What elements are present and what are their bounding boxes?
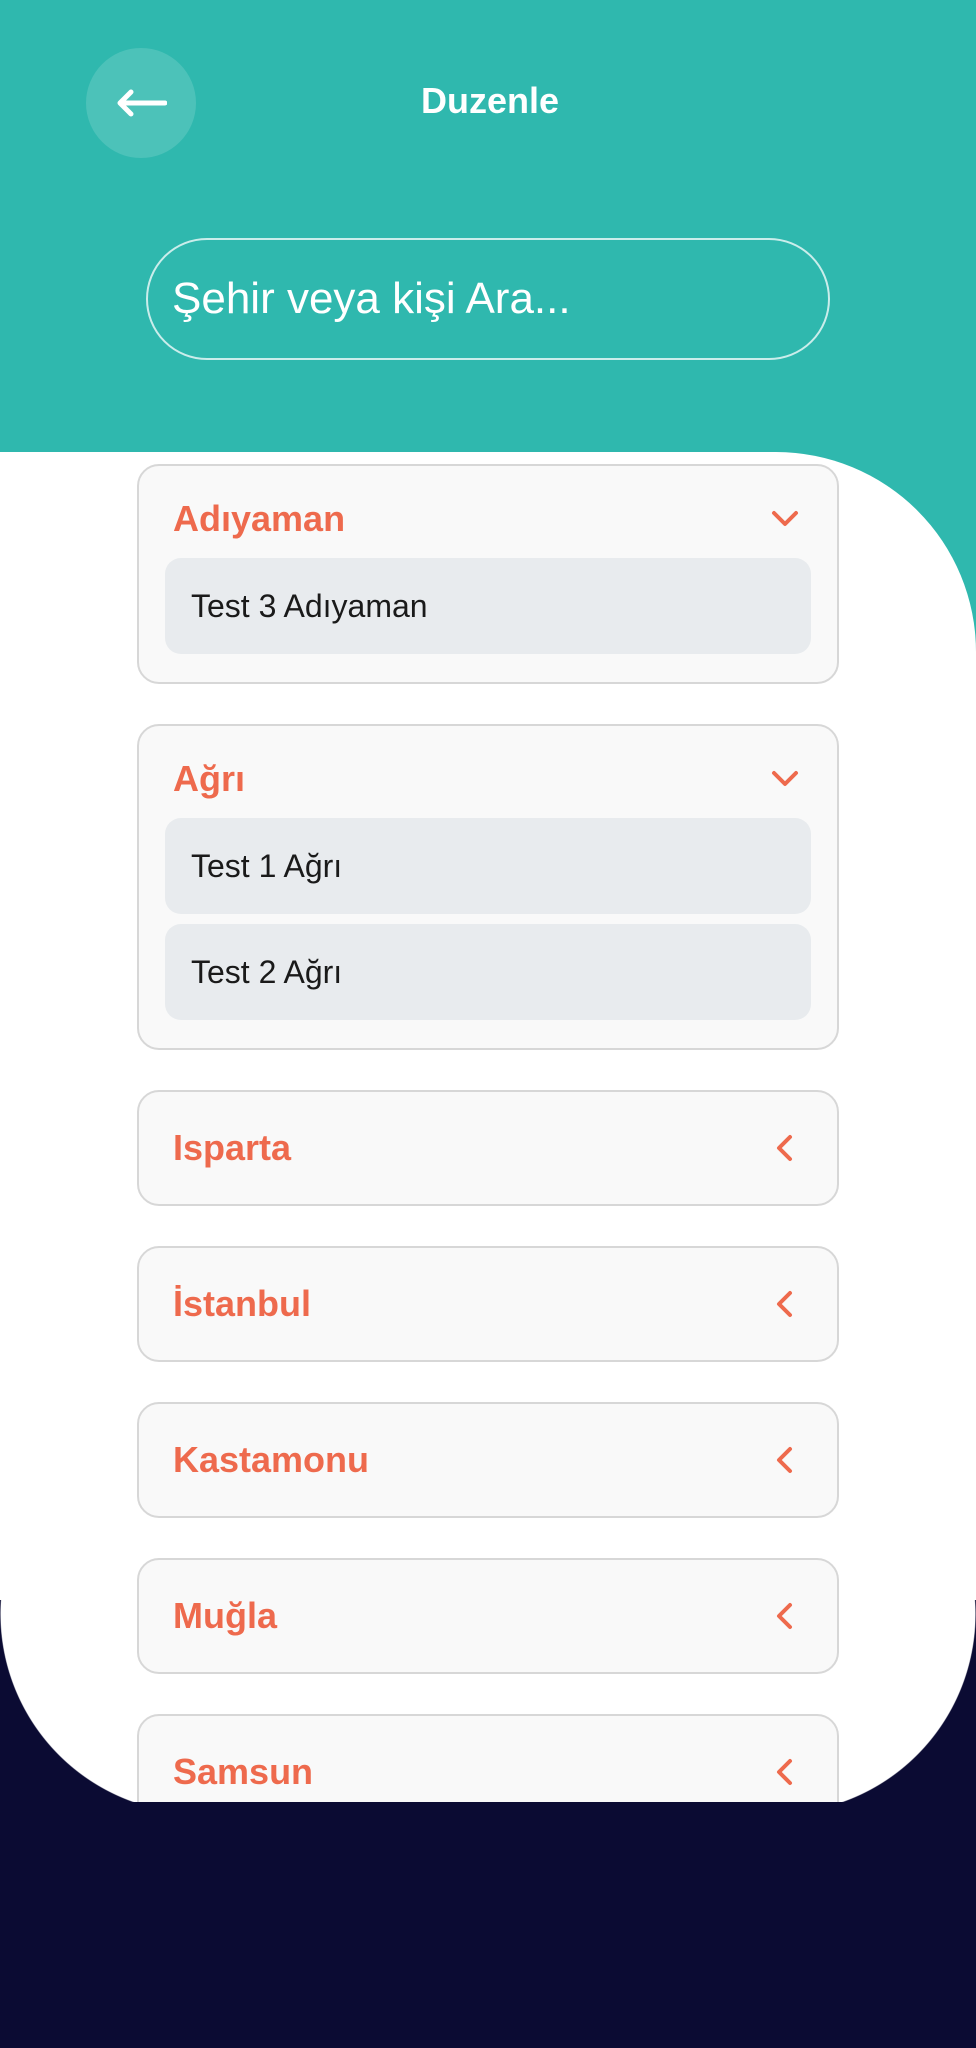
chevron-left-icon[interactable] xyxy=(767,1286,803,1322)
city-name: Muğla xyxy=(173,1595,277,1636)
city-group-adiyaman: Adıyaman Test 3 Adıyaman xyxy=(137,464,839,684)
city-group-header[interactable]: Kastamonu xyxy=(165,1404,811,1516)
chevron-left-icon[interactable] xyxy=(767,1598,803,1634)
chevron-left-icon[interactable] xyxy=(767,1130,803,1166)
city-group-header[interactable]: Adıyaman xyxy=(165,466,811,558)
city-group-header[interactable]: İstanbul xyxy=(165,1248,811,1360)
city-group-isparta: Isparta xyxy=(137,1090,839,1206)
person-item[interactable]: Test 1 Ağrı xyxy=(165,818,811,914)
bottom-background xyxy=(0,1802,976,2048)
city-name: Adıyaman xyxy=(173,498,346,539)
city-group-header[interactable]: Muğla xyxy=(165,1560,811,1672)
chevron-down-icon[interactable] xyxy=(767,761,803,797)
city-name: İstanbul xyxy=(173,1283,312,1324)
person-item[interactable]: Test 2 Ağrı xyxy=(165,924,811,1020)
search-input[interactable] xyxy=(172,274,828,324)
chevron-left-icon[interactable] xyxy=(767,1442,803,1478)
city-group-agri: Ağrı Test 1 Ağrı Test 2 Ağrı xyxy=(137,724,839,1050)
city-name: Samsun xyxy=(173,1751,314,1792)
person-item[interactable]: Test 3 Adıyaman xyxy=(165,558,811,654)
search-field[interactable] xyxy=(146,238,830,360)
city-group-mugla: Muğla xyxy=(137,1558,839,1674)
city-name: Ağrı xyxy=(173,758,245,799)
city-name: Kastamonu xyxy=(173,1439,370,1480)
city-list: Adıyaman Test 3 Adıyaman Ağrı Test 1 Ağr… xyxy=(137,464,839,1870)
city-group-header[interactable]: Isparta xyxy=(165,1092,811,1204)
city-group-kastamonu: Kastamonu xyxy=(137,1402,839,1518)
page-title: Duzenle xyxy=(420,80,560,121)
city-group-istanbul: İstanbul xyxy=(137,1246,839,1362)
city-name: Isparta xyxy=(173,1127,292,1168)
chevron-down-icon[interactable] xyxy=(767,501,803,537)
chevron-left-icon[interactable] xyxy=(767,1754,803,1790)
city-group-header[interactable]: Ağrı xyxy=(165,726,811,818)
